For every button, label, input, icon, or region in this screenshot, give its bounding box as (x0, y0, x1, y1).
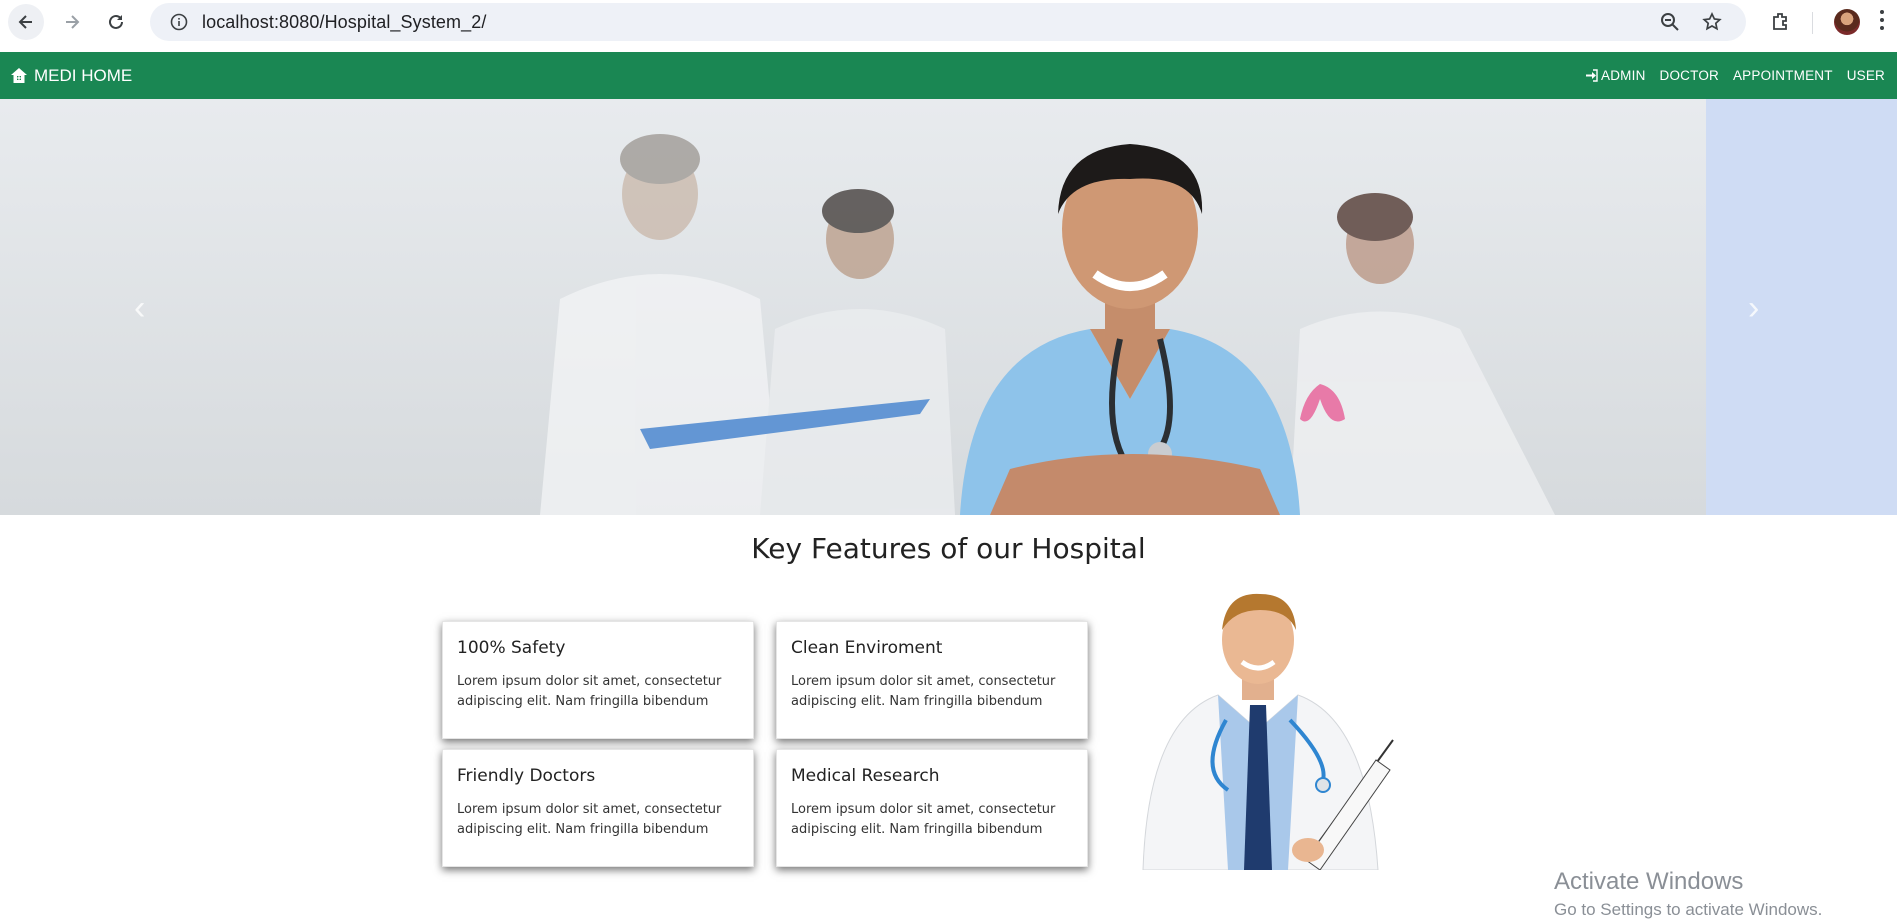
nav-admin-label: ADMIN (1601, 68, 1646, 83)
feature-card-safety: 100% Safety Lorem ipsum dolor sit amet, … (442, 621, 754, 739)
doctor-image (1138, 580, 1400, 871)
nav-admin[interactable]: ADMIN (1585, 68, 1646, 83)
site-navbar: MEDI HOME ADMIN DOCTOR APPOINTMENT USER (0, 52, 1897, 99)
profile-avatar[interactable] (1834, 9, 1860, 35)
feature-card-environment: Clean Enviroment Lorem ipsum dolor sit a… (776, 621, 1088, 739)
sign-in-icon (1586, 69, 1598, 82)
reload-icon (109, 14, 123, 29)
browser-toolbar: localhost:8080/Hospital_System_2/ (0, 0, 1897, 52)
feature-card-title: Clean Enviroment (791, 638, 943, 658)
brand-name: MEDI HOME (34, 65, 133, 85)
nav-doctor-label: DOCTOR (1659, 68, 1719, 83)
address-bar[interactable]: localhost:8080/Hospital_System_2/ (150, 3, 1746, 41)
nav-user-label: USER (1846, 68, 1885, 83)
toolbar-divider (1812, 12, 1813, 34)
feature-card-title: Friendly Doctors (457, 766, 596, 786)
menu-kebab-icon[interactable] (1880, 10, 1886, 30)
forward-button[interactable] (54, 4, 90, 40)
nav-appointment-label: APPOINTMENT (1732, 68, 1833, 83)
watermark-subtitle: Go to Settings to activate Windows. (1554, 900, 1823, 919)
feature-card-research: Medical Research Lorem ipsum dolor sit a… (776, 749, 1088, 867)
carousel-next-icon[interactable]: › (1748, 289, 1759, 328)
activation-watermark: Activate Windows Go to Settings to activ… (1554, 868, 1822, 920)
brand-link[interactable]: MEDI HOME (10, 52, 132, 99)
arrow-right-icon (66, 15, 80, 29)
feature-card-doctors: Friendly Doctors Lorem ipsum dolor sit a… (442, 749, 754, 867)
site-info-icon[interactable] (164, 13, 194, 31)
feature-card-text: Lorem ipsum dolor sit amet, consectetur … (791, 674, 1056, 709)
zoom-icon[interactable] (1660, 12, 1680, 37)
feature-card-text: Lorem ipsum dolor sit amet, consectetur … (791, 802, 1056, 837)
feature-card-title: Medical Research (791, 766, 940, 786)
watermark-title: Activate Windows (1554, 868, 1744, 895)
feature-card-text: Lorem ipsum dolor sit amet, consectetur … (457, 802, 722, 837)
carousel-prev-icon[interactable]: ‹ (134, 289, 145, 328)
hero-carousel: ‹ › (0, 99, 1897, 515)
extensions-icon[interactable] (1770, 10, 1792, 32)
url-text[interactable]: localhost:8080/Hospital_System_2/ (202, 12, 486, 33)
site-menu: ADMIN DOCTOR APPOINTMENT USER (1585, 52, 1885, 99)
feature-card-title: 100% Safety (457, 638, 566, 658)
arrow-left-icon (18, 15, 32, 29)
nav-doctor[interactable]: DOCTOR (1660, 68, 1719, 83)
feature-card-text: Lorem ipsum dolor sit amet, consectetur … (457, 674, 722, 709)
home-icon (11, 68, 27, 83)
nav-user[interactable]: USER (1847, 68, 1885, 83)
back-button[interactable] (8, 4, 44, 40)
features-title: Key Features of our Hospital (751, 532, 1146, 565)
bookmark-star-icon[interactable] (1702, 12, 1722, 37)
reload-button[interactable] (98, 4, 134, 40)
hero-image (0, 99, 1706, 515)
nav-appointment[interactable]: APPOINTMENT (1733, 68, 1833, 83)
